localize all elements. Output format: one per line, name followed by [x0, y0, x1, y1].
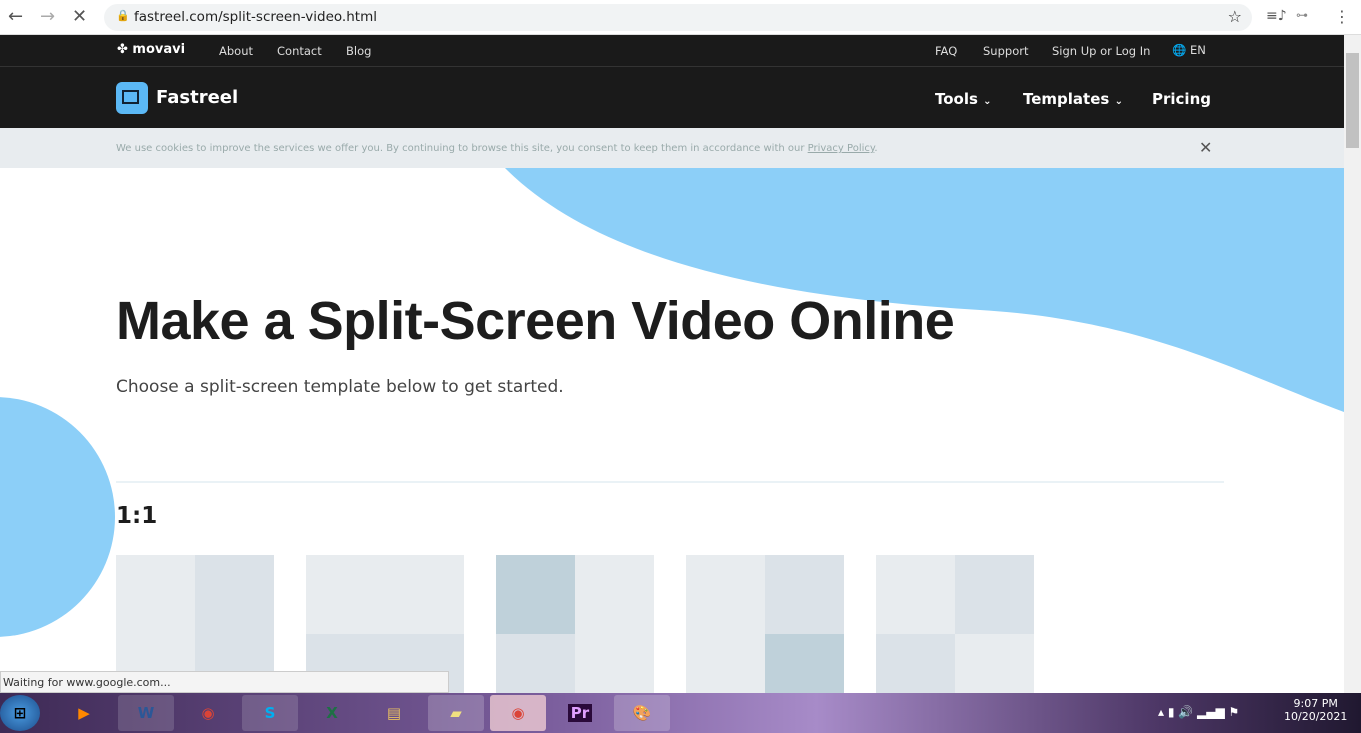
word-icon[interactable]: W: [118, 695, 174, 731]
menu-icon[interactable]: ⋮: [1334, 7, 1350, 26]
nav-contact[interactable]: Contact: [277, 44, 322, 58]
forward-icon[interactable]: →: [40, 6, 55, 27]
nav-signup[interactable]: Sign Up or Log In: [1052, 44, 1150, 58]
nav-pricing[interactable]: Pricing: [1152, 90, 1211, 108]
media-player-icon[interactable]: ▶: [56, 695, 112, 731]
clock[interactable]: 9:07 PM 10/20/2021: [1284, 697, 1347, 723]
excel-icon[interactable]: X: [304, 695, 360, 731]
main-nav: Fastreel Tools ⌄ Templates ⌄ Pricing: [0, 67, 1344, 128]
page-subtitle: Choose a split-screen template below to …: [116, 377, 564, 397]
paint-icon[interactable]: 🎨: [614, 695, 670, 731]
template-tile[interactable]: [496, 555, 654, 693]
file-explorer-icon[interactable]: ▤: [366, 695, 422, 731]
nav-about[interactable]: About: [219, 44, 253, 58]
status-bubble: Waiting for www.google.com...: [0, 671, 449, 693]
bookmark-star-icon[interactable]: ☆: [1228, 7, 1242, 26]
globe-icon: 🌐: [1172, 43, 1187, 57]
chevron-down-icon: ⌄: [1114, 96, 1123, 107]
extension-icon[interactable]: ⊶: [1296, 8, 1308, 22]
template-tile[interactable]: [876, 555, 1034, 693]
brand-name[interactable]: Fastreel: [156, 87, 238, 108]
fastreel-logo-icon[interactable]: [116, 82, 148, 114]
back-icon[interactable]: ←: [8, 6, 23, 27]
nav-blog[interactable]: Blog: [346, 44, 371, 58]
language-selector[interactable]: 🌐 EN: [1172, 43, 1206, 57]
lock-icon: 🔒: [116, 9, 130, 22]
nav-templates[interactable]: Templates ⌄: [1023, 90, 1123, 108]
chrome-icon[interactable]: ◉: [490, 695, 546, 731]
close-cookie-icon[interactable]: ✕: [1199, 138, 1212, 157]
top-nav: ✤ movavi About Contact Blog FAQ Support …: [0, 35, 1344, 67]
scrollbar[interactable]: [1344, 35, 1361, 693]
cookie-banner: We use cookies to improve the services w…: [0, 128, 1344, 168]
chrome-icon[interactable]: ◉: [180, 695, 236, 731]
blue-circle-shape: [0, 397, 115, 637]
stop-icon[interactable]: ✕: [72, 6, 87, 27]
tray-icons[interactable]: ▴ ▮ 🔊 ▂▄▆ ⚑: [1158, 705, 1239, 719]
section-title: 1:1: [116, 503, 158, 529]
movavi-logo[interactable]: ✤ movavi: [117, 42, 185, 57]
address-bar[interactable]: 🔒 fastreel.com/split-screen-video.html ☆: [104, 4, 1252, 31]
premiere-pro-icon[interactable]: Pr: [552, 695, 608, 731]
scrollbar-thumb[interactable]: [1346, 53, 1359, 148]
taskbar: ⊞ ▶ W ◉ S X ▤ ▰ ◉ Pr 🎨 ▴ ▮ 🔊 ▂▄▆ ⚑ 9:07 …: [0, 693, 1361, 733]
skype-icon[interactable]: S: [242, 695, 298, 731]
template-tile[interactable]: [686, 555, 844, 693]
cookie-text: We use cookies to improve the services w…: [116, 143, 878, 154]
browser-toolbar: ← → ✕ 🔒 fastreel.com/split-screen-video.…: [0, 0, 1361, 35]
chevron-down-icon: ⌄: [983, 96, 992, 107]
nav-support[interactable]: Support: [983, 44, 1028, 58]
page-title: Make a Split-Screen Video Online: [116, 291, 955, 351]
nav-tools[interactable]: Tools ⌄: [935, 90, 992, 108]
sticky-notes-icon[interactable]: ▰: [428, 695, 484, 731]
start-button[interactable]: ⊞: [0, 695, 40, 731]
privacy-policy-link[interactable]: Privacy Policy: [808, 143, 875, 154]
url-text: fastreel.com/split-screen-video.html: [134, 9, 377, 25]
media-icon[interactable]: ≡♪: [1266, 8, 1287, 24]
nav-faq[interactable]: FAQ: [935, 44, 957, 58]
